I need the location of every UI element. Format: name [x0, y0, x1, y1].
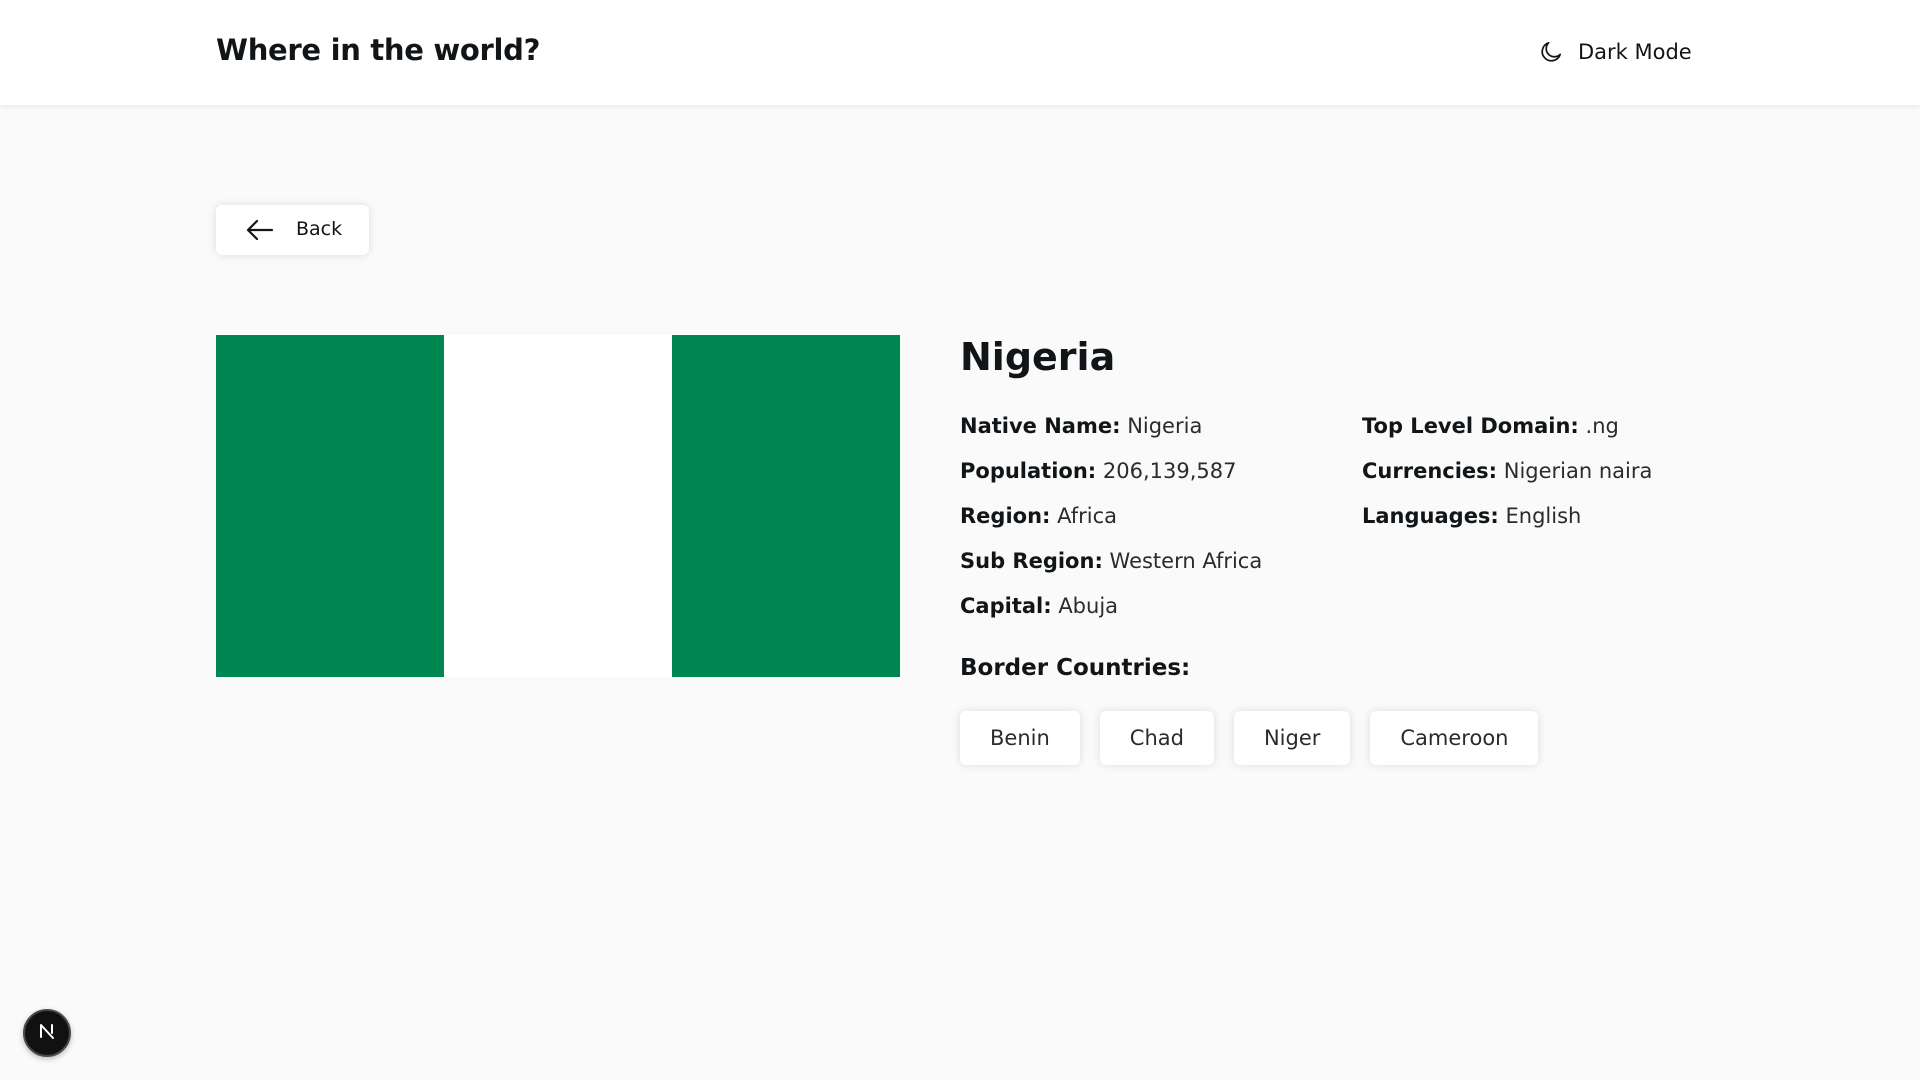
- info-label: Sub Region:: [960, 549, 1103, 573]
- info-region: Region: Africa: [960, 501, 1262, 546]
- moon-icon: [1538, 39, 1564, 65]
- border-countries-list: Benin Chad Niger Cameroon: [960, 711, 1539, 765]
- info-label: Languages:: [1362, 504, 1499, 528]
- info-native-name: Native Name: Nigeria: [960, 411, 1262, 456]
- info-capital: Capital: Abuja: [960, 591, 1262, 636]
- info-label: Native Name:: [960, 414, 1121, 438]
- back-button-label: Back: [296, 218, 343, 240]
- info-column-primary: Native Name: Nigeria Population: 206,139…: [960, 411, 1262, 636]
- arrow-left-icon: [246, 219, 274, 245]
- info-value: Western Africa: [1109, 549, 1263, 573]
- country-name: Nigeria: [960, 335, 1116, 379]
- flag-band-right: [672, 335, 900, 677]
- nextjs-dev-indicator[interactable]: [23, 1009, 71, 1057]
- info-value: Abuja: [1058, 594, 1119, 618]
- info-currencies: Currencies: Nigerian naira: [1362, 456, 1652, 501]
- info-value: English: [1505, 504, 1582, 528]
- info-value: 206,139,587: [1102, 459, 1237, 483]
- country-flag: [216, 335, 900, 677]
- info-label: Region:: [960, 504, 1051, 528]
- info-column-secondary: Top Level Domain: .ng Currencies: Nigeri…: [1362, 411, 1652, 546]
- info-value: Nigerian naira: [1503, 459, 1653, 483]
- info-sub-region: Sub Region: Western Africa: [960, 546, 1262, 591]
- info-top-level-domain: Top Level Domain: .ng: [1362, 411, 1652, 456]
- flag-band-left: [216, 335, 444, 677]
- dark-mode-label: Dark Mode: [1578, 40, 1692, 64]
- site-header: Where in the world? Dark Mode: [0, 0, 1920, 105]
- info-value: Nigeria: [1127, 414, 1203, 438]
- border-country-button[interactable]: Cameroon: [1370, 711, 1539, 765]
- info-languages: Languages: English: [1362, 501, 1652, 546]
- info-label: Currencies:: [1362, 459, 1498, 483]
- border-country-button[interactable]: Chad: [1099, 711, 1214, 765]
- nextjs-logo-icon: [36, 1020, 58, 1046]
- info-label: Population:: [960, 459, 1097, 483]
- info-label: Capital:: [960, 594, 1052, 618]
- border-countries-heading: Border Countries:: [960, 655, 1191, 681]
- info-label: Top Level Domain:: [1362, 414, 1579, 438]
- site-title: Where in the world?: [216, 33, 541, 67]
- flag-band-middle: [444, 335, 672, 677]
- info-population: Population: 206,139,587: [960, 456, 1262, 501]
- back-button[interactable]: Back: [216, 205, 369, 255]
- border-country-button[interactable]: Niger: [1233, 711, 1351, 765]
- info-value: .ng: [1585, 414, 1619, 438]
- dark-mode-toggle[interactable]: Dark Mode: [1538, 36, 1692, 68]
- info-value: Africa: [1057, 504, 1118, 528]
- border-country-button[interactable]: Benin: [960, 711, 1080, 765]
